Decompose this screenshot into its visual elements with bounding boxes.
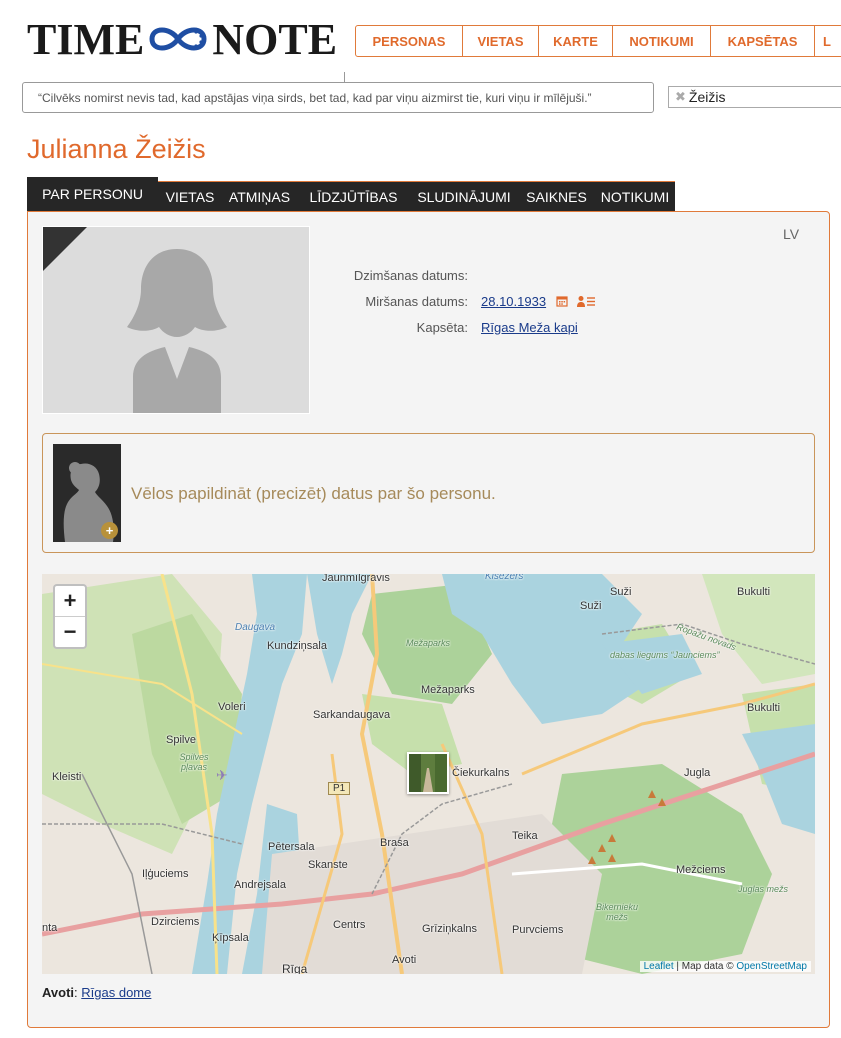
map-label: Suži: [610, 586, 632, 598]
leaflet-link[interactable]: Leaflet: [644, 961, 674, 972]
map-label: Brasa: [380, 837, 409, 849]
cemetery-map-marker[interactable]: [407, 752, 449, 794]
map-label: nta: [42, 922, 58, 934]
map-label: Jaunmīlgrāvis: [322, 574, 390, 584]
suggest-edit-box[interactable]: + Vēlos papildināt (precizēt) datus par …: [42, 433, 815, 553]
tab-notikumi[interactable]: NOTIKUMI: [595, 182, 675, 211]
map-label: Daugava: [235, 622, 276, 633]
page-title: Julianna Žeižis: [27, 134, 206, 164]
map-label: Purvciems: [512, 924, 564, 936]
zoom-out-button[interactable]: −: [55, 617, 85, 647]
quote-box: “Cilvēks nomirst nevis tad, kad apstājas…: [22, 82, 654, 113]
map-label: Juglas mežs: [738, 884, 789, 894]
map-label: Sarkandaugava: [313, 709, 391, 721]
tab-par-personu[interactable]: PAR PERSONU: [27, 177, 158, 211]
nav-vietas[interactable]: VIETAS: [463, 25, 539, 57]
calendar-icon[interactable]: [556, 295, 568, 307]
quote-pointer: [344, 72, 345, 82]
svg-text:✈: ✈: [216, 767, 228, 783]
map-label: dabas liegums “Jaunciems”: [610, 650, 720, 660]
nav-personas[interactable]: PERSONAS: [355, 25, 463, 57]
map-label: Teika: [512, 830, 538, 842]
nav-karte[interactable]: KARTE: [539, 25, 613, 57]
tab-sludinajumi[interactable]: SLUDINĀJUMI: [410, 182, 518, 211]
map-label: Jugla: [684, 767, 711, 779]
tab-vietas[interactable]: VIETAS: [158, 182, 222, 211]
map-label: Mežciems: [676, 864, 726, 876]
logo-text-right: NOTE: [212, 14, 338, 64]
map-label: Voleri: [218, 701, 246, 713]
map-label: Spilve: [166, 734, 196, 746]
map-label: Mežaparks: [421, 684, 475, 696]
sources-line: Avoti: Rīgas dome: [42, 985, 151, 1000]
cemetery-label: Kapsēta:: [416, 319, 468, 335]
map-label: Ķīpsala: [212, 932, 249, 944]
nav-more[interactable]: L: [815, 25, 841, 57]
silhouette-image: +: [53, 444, 121, 542]
person-photo-placeholder: [42, 226, 310, 414]
death-date-link[interactable]: 28.10.1933: [481, 294, 546, 309]
map-label: Spilves pļavas: [179, 752, 209, 772]
birth-date-label: Dzimšanas datums:: [353, 267, 468, 283]
infinity-logo-icon: [149, 27, 207, 51]
suggest-edit-text[interactable]: Vēlos papildināt (precizēt) datus par šo…: [131, 484, 496, 504]
search-input[interactable]: ✖ Žeižis: [668, 86, 841, 108]
tab-lidzjutibas[interactable]: LĪDZJŪTĪBAS: [297, 182, 410, 211]
map-label: Skanste: [308, 859, 348, 871]
zoom-in-button[interactable]: +: [55, 586, 85, 617]
map-label: Dzirciems: [151, 916, 200, 928]
attribution-text: | Map data ©: [673, 961, 737, 972]
person-tabs: PAR PERSONU VIETAS ATMIŅAS LĪDZJŪTĪBAS S…: [27, 177, 675, 212]
location-map[interactable]: ✈ Jaunmīlgrāvis Kīšezers Suži Suži Bukul…: [42, 574, 815, 974]
map-label: Pētersala: [268, 841, 315, 853]
osm-link[interactable]: OpenStreetMap: [736, 961, 807, 972]
site-logo[interactable]: TIME NOTE: [27, 14, 338, 64]
map-label: Avoti: [392, 954, 417, 966]
map-label: Rīga: [282, 962, 308, 974]
map-label: Kleisti: [52, 771, 82, 783]
search-value: Žeižis: [688, 89, 726, 105]
source-link[interactable]: Rīgas dome: [81, 985, 151, 1000]
tab-saiknes[interactable]: SAIKNES: [518, 182, 595, 211]
main-navigation: PERSONAS VIETAS KARTE NOTIKUMI KAPSĒTAS …: [355, 25, 841, 57]
map-label: Kundziņsala: [267, 640, 327, 652]
logo-text-left: TIME: [27, 14, 145, 64]
person-list-icon[interactable]: [577, 295, 596, 307]
map-zoom-control: + −: [53, 584, 87, 649]
map-label: Grīziņkalns: [422, 923, 478, 935]
nav-kapsetas[interactable]: KAPSĒTAS: [711, 25, 815, 57]
road-sign-p1: P1: [328, 782, 351, 795]
map-label: Kīšezers: [485, 574, 524, 582]
map-label: Čiekurkalns: [452, 767, 510, 779]
map-attribution: Leaflet | Map data © OpenStreetMap: [639, 961, 811, 972]
cemetery-photo-icon: [409, 754, 447, 792]
map-label: Centrs: [333, 919, 366, 931]
map-label: Bukulti: [737, 586, 771, 598]
cemetery-link[interactable]: Rīgas Meža kapi: [481, 320, 578, 335]
female-avatar-icon: [43, 227, 309, 413]
sources-label: Avoti: [42, 985, 75, 1000]
map-label: Bukulti: [747, 702, 781, 714]
add-plus-icon: +: [101, 522, 118, 539]
language-indicator[interactable]: LV: [783, 226, 799, 242]
person-details: Dzimšanas datums: Miršanas datums: 28.10…: [340, 262, 596, 340]
map-label: Mežaparks: [406, 638, 451, 648]
map-label: Bikernieku mežs: [595, 902, 639, 922]
death-date-label: Miršanas datums:: [365, 293, 468, 309]
map-label: Andrejsala: [234, 879, 286, 891]
map-label: Iļģuciems: [142, 868, 189, 880]
map-label: Suži: [580, 600, 602, 612]
clear-search-icon[interactable]: ✖: [675, 89, 686, 105]
tab-atminas[interactable]: ATMIŅAS: [222, 182, 297, 211]
nav-notikumi[interactable]: NOTIKUMI: [613, 25, 711, 57]
